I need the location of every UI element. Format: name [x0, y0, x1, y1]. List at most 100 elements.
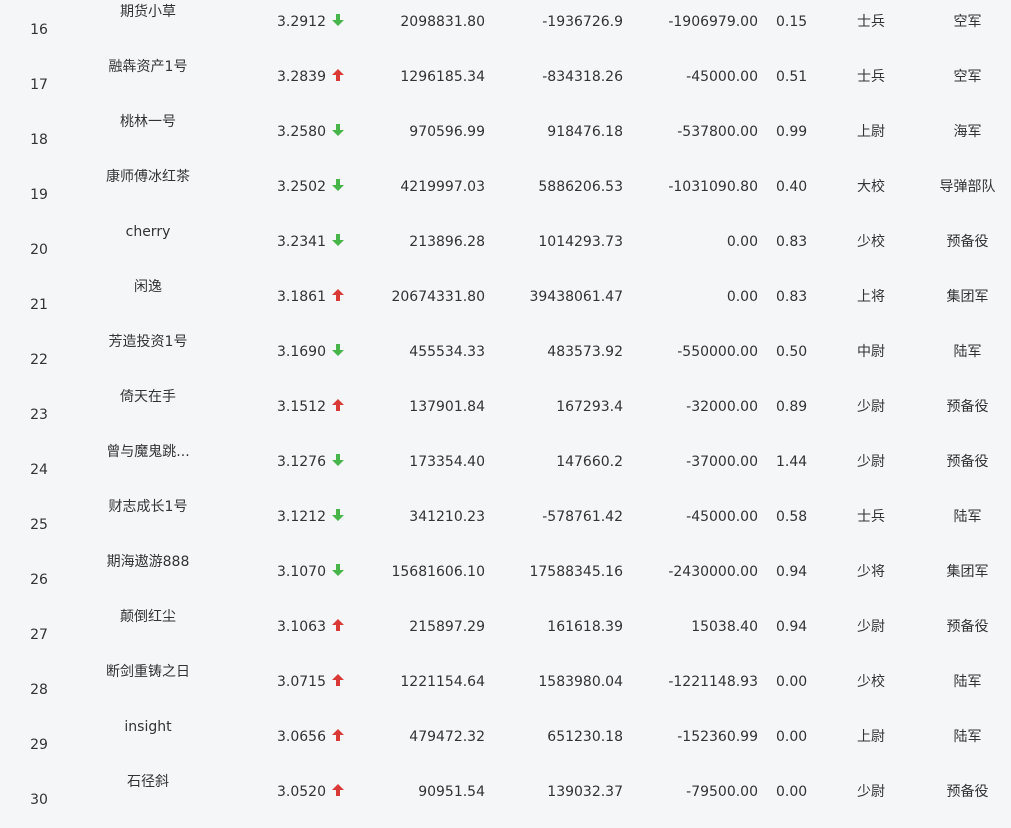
account-name: 期海遨游888	[106, 554, 190, 570]
account-name: cherry	[125, 224, 171, 240]
score-cell: 3.0715	[244, 655, 354, 710]
value-2: -1936726.9	[542, 14, 623, 30]
value-1: 2098831.80	[400, 14, 485, 30]
value-1: 341210.23	[409, 509, 485, 525]
value-1: 213896.28	[409, 234, 485, 250]
branch-name: 海军	[953, 124, 982, 140]
value-3: -1031090.80	[668, 179, 758, 195]
value-1: 215897.29	[409, 619, 485, 635]
value-1: 15681606.10	[391, 564, 485, 580]
score-cell: 3.1512	[244, 380, 354, 435]
account-name: 期货小草	[120, 4, 176, 20]
rank-title: 士兵	[857, 509, 885, 525]
account-name: 财志成长1号	[108, 499, 188, 515]
score-value: 3.0656	[277, 729, 326, 745]
trend-up-icon	[332, 69, 344, 81]
table-row: 30 石径斜 3.0520 90951.54 139032.37 -79500.…	[0, 765, 1011, 820]
value-2: 1583980.04	[538, 674, 623, 690]
branch-name: 预备役	[946, 454, 989, 470]
trend-down-icon	[332, 509, 344, 521]
score-cell: 3.2839	[244, 50, 354, 105]
value-3: -1221148.93	[668, 674, 758, 690]
ranking-table: 16 期货小草 3.2912 2098831.80 -1936726.9 -19…	[0, 0, 1011, 815]
branch-name: 集团军	[946, 564, 989, 580]
value-2: 39438061.47	[529, 289, 623, 305]
value-3: -79500.00	[686, 784, 758, 800]
score-cell: 3.2580	[244, 105, 354, 160]
trend-down-icon	[332, 124, 344, 136]
account-name: 闲逸	[134, 279, 162, 295]
branch-name: 陆军	[953, 344, 982, 360]
value-1: 90951.54	[418, 784, 485, 800]
branch-name: 导弹部队	[939, 179, 996, 195]
ratio-value: 0.94	[776, 564, 808, 580]
account-name: insight	[124, 719, 172, 735]
rank-title: 上尉	[857, 124, 885, 140]
score-value: 3.1063	[277, 619, 326, 635]
trend-up-icon	[332, 729, 344, 741]
ratio-value: 0.99	[776, 124, 808, 140]
score-value: 3.1861	[277, 289, 326, 305]
trend-up-icon	[332, 289, 344, 301]
account-name: 曾与魔鬼跳...	[106, 444, 190, 460]
trend-down-icon	[332, 234, 344, 246]
score-cell: 3.2341	[244, 215, 354, 270]
score-value: 3.1690	[277, 344, 326, 360]
value-1: 1296185.34	[400, 69, 485, 85]
score-cell: 3.2912	[244, 0, 354, 50]
branch-name: 预备役	[946, 399, 989, 415]
score-value: 3.2839	[277, 69, 326, 85]
trend-down-icon	[332, 564, 344, 576]
trend-down-icon	[332, 179, 344, 191]
trend-down-icon	[332, 454, 344, 466]
trend-down-icon	[332, 344, 344, 356]
branch-name: 预备役	[946, 234, 989, 250]
score-value: 3.2580	[277, 124, 326, 140]
rank-title: 少尉	[857, 619, 885, 635]
score-cell: 3.1276	[244, 435, 354, 490]
score-value: 3.0520	[277, 784, 326, 800]
value-1: 4219997.03	[400, 179, 485, 195]
rank-title: 少尉	[857, 454, 885, 470]
value-2: 483573.92	[547, 344, 623, 360]
ratio-value: 0.83	[776, 289, 808, 305]
value-3: -152360.99	[677, 729, 758, 745]
rank-number: 30	[30, 792, 48, 808]
value-3: -1906979.00	[668, 14, 758, 30]
score-value: 3.2912	[277, 14, 326, 30]
account-name: 桃林一号	[120, 114, 176, 130]
score-cell: 3.0656	[244, 710, 354, 765]
ratio-value: 0.58	[776, 509, 808, 525]
value-1: 137901.84	[409, 399, 485, 415]
value-2: -578761.42	[542, 509, 623, 525]
value-2: 139032.37	[547, 784, 623, 800]
rank-title: 少校	[857, 234, 885, 250]
account-name: 石径斜	[127, 774, 169, 790]
account-name: 康师傅冰红茶	[106, 169, 190, 185]
value-2: 5886206.53	[538, 179, 623, 195]
ratio-value: 0.00	[776, 729, 808, 745]
ratio-value: 0.83	[776, 234, 808, 250]
account-name: 芳造投资1号	[108, 334, 188, 350]
account-name: 倚天在手	[120, 389, 176, 405]
ratio-value: 0.00	[776, 784, 808, 800]
score-cell: 3.0520	[244, 765, 354, 820]
score-cell: 3.1070	[244, 545, 354, 600]
account-name: 颠倒红尘	[120, 609, 176, 625]
ratio-value: 0.40	[776, 179, 808, 195]
value-3: 0.00	[726, 289, 758, 305]
branch-name: 预备役	[946, 619, 989, 635]
value-2: 17588345.16	[529, 564, 623, 580]
value-1: 173354.40	[409, 454, 485, 470]
score-value: 3.2502	[277, 179, 326, 195]
ratio-value: 0.15	[776, 14, 808, 30]
rank-title: 上尉	[857, 729, 885, 745]
value-3: -2430000.00	[668, 564, 758, 580]
value-2: 161618.39	[547, 619, 623, 635]
rank-title: 士兵	[857, 14, 885, 30]
branch-name: 集团军	[946, 289, 989, 305]
value-2: 651230.18	[547, 729, 623, 745]
trend-up-icon	[332, 399, 344, 411]
value-2: 147660.2	[556, 454, 623, 470]
score-value: 3.2341	[277, 234, 326, 250]
